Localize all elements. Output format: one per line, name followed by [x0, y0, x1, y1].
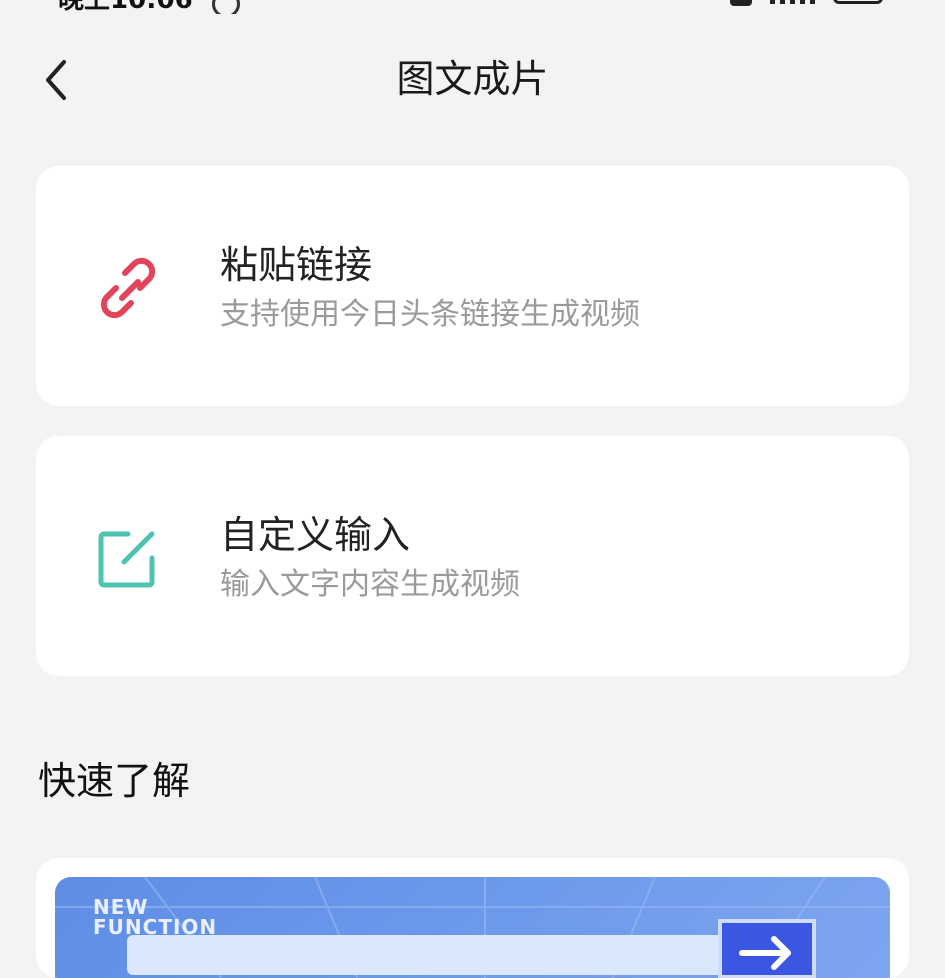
promo-inner-panel — [127, 935, 727, 975]
card-subtitle: 输入文字内容生成视频 — [220, 567, 520, 602]
link-icon — [100, 257, 156, 319]
arrow-right-icon — [718, 919, 816, 978]
section-title: 快速了解 — [38, 759, 191, 803]
nav-bar: 图文成片 — [0, 40, 945, 120]
status-time: 晚上10:06 — [58, 0, 193, 14]
edit-icon — [98, 531, 155, 588]
signal-icon — [770, 0, 815, 4]
paste-link-card[interactable]: 粘贴链接 支持使用今日头条链接生成视频 — [36, 166, 909, 406]
card-subtitle: 支持使用今日头条链接生成视频 — [220, 297, 640, 332]
promo-card: NEW FUNCTION — [36, 858, 909, 978]
promo-banner[interactable]: NEW FUNCTION — [55, 877, 890, 978]
sim-card-icon — [730, 0, 752, 6]
page-title: 图文成片 — [396, 57, 549, 101]
status-bar: 晚上10:06 — [0, 0, 945, 14]
card-title: 自定义输入 — [220, 513, 411, 557]
card-title: 粘贴链接 — [220, 243, 373, 287]
battery-icon — [833, 0, 883, 4]
custom-input-card[interactable]: 自定义输入 输入文字内容生成视频 — [36, 436, 909, 676]
promo-label: NEW FUNCTION — [93, 895, 218, 939]
alarm-clock-icon — [212, 0, 240, 14]
